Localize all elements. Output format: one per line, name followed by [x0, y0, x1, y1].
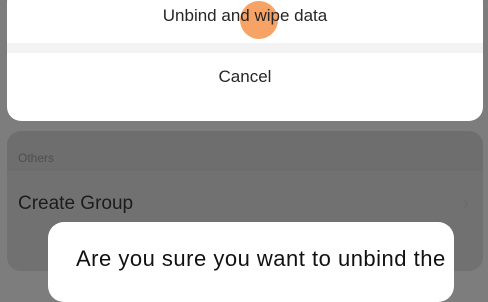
cancel-label: Cancel: [218, 67, 272, 86]
unbind-wipe-label: Unbind and wipe data: [162, 6, 328, 25]
section-header: Others: [7, 131, 483, 171]
confirm-dialog: Are you sure you want to unbind the: [48, 222, 454, 302]
sheet-divider: [7, 43, 483, 53]
chevron-right-icon: ›: [462, 192, 469, 214]
cancel-button[interactable]: Cancel: [7, 65, 483, 89]
unbind-wipe-button[interactable]: Unbind and wipe data: [7, 4, 483, 28]
action-sheet: Unbind and wipe data Cancel: [7, 0, 483, 121]
section-label: Others: [18, 151, 55, 165]
create-group-label: Create Group: [18, 193, 134, 214]
dialog-message: Are you sure you want to unbind the: [76, 246, 446, 271]
